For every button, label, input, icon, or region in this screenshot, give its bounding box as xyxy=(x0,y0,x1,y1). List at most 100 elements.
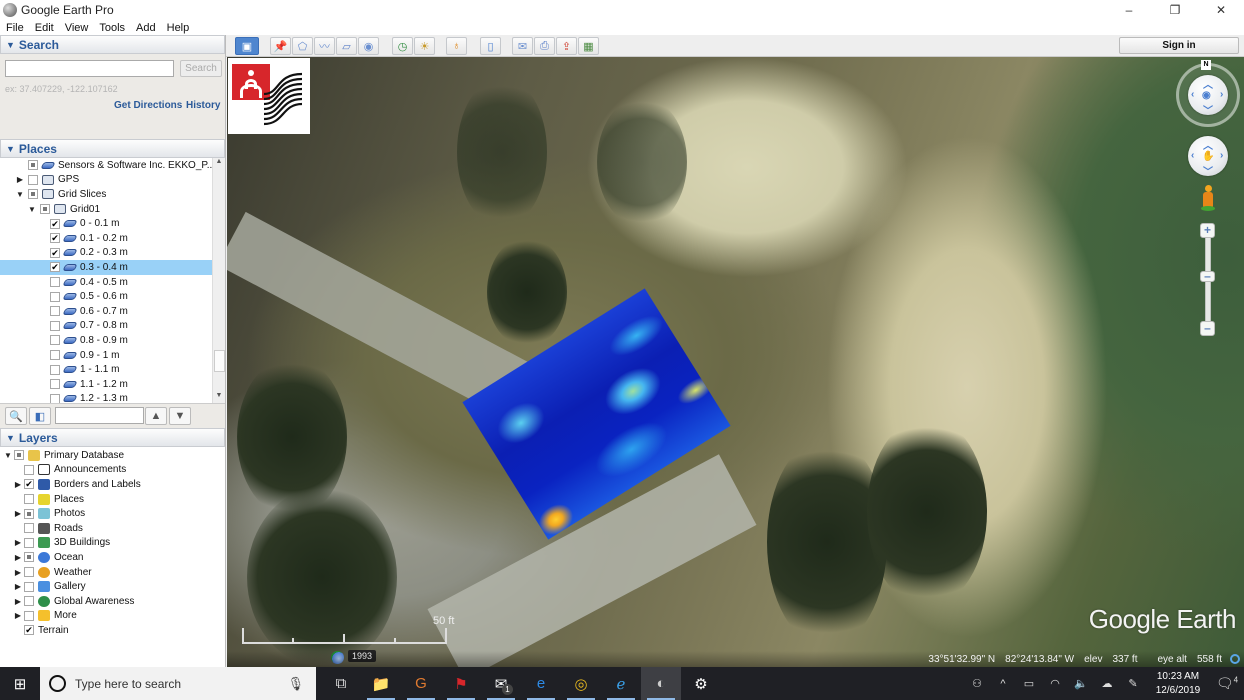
places-tree-item[interactable]: 1.2 - 1.3 m xyxy=(0,392,212,403)
menu-view[interactable]: View xyxy=(59,22,94,34)
add-polygon-button[interactable]: ⬠ xyxy=(292,37,313,55)
menu-edit[interactable]: Edit xyxy=(29,22,59,34)
layers-tree-item[interactable]: ▶ Ocean xyxy=(0,550,212,565)
look-down-arrow-icon[interactable]: ﹀ xyxy=(1203,102,1213,117)
clock[interactable]: 10:23 AM 12/6/2019 xyxy=(1146,670,1210,698)
collapse-arrow-icon[interactable]: ▼ xyxy=(28,205,36,214)
look-right-arrow-icon[interactable]: › xyxy=(1220,89,1223,100)
taskbar-app-app-ekko[interactable]: ⚑ xyxy=(441,667,481,700)
look-left-arrow-icon[interactable]: ‹ xyxy=(1191,89,1194,100)
visibility-checkbox[interactable] xyxy=(50,320,60,331)
visibility-checkbox[interactable] xyxy=(24,494,34,505)
maximize-button[interactable]: ❐ xyxy=(1152,0,1198,20)
collapse-arrow-icon[interactable]: ▼ xyxy=(16,190,24,199)
menu-add[interactable]: Add xyxy=(130,22,161,34)
visibility-checkbox[interactable]: ✔ xyxy=(24,479,34,490)
scroll-down-icon[interactable]: ▼ xyxy=(213,392,225,403)
menu-file[interactable]: File xyxy=(0,22,29,34)
places-tree-item[interactable]: 1 - 1.1 m xyxy=(0,362,212,377)
layers-tree-item[interactable]: ▶ 3D Buildings xyxy=(0,536,212,551)
taskbar-app-google-earth[interactable]: ◐ xyxy=(641,667,681,700)
email-button[interactable]: ✉ xyxy=(512,37,533,55)
places-tree-item[interactable]: ▶ GPS xyxy=(0,173,212,188)
visibility-checkbox[interactable] xyxy=(24,537,34,548)
scroll-up-icon[interactable]: ▲ xyxy=(213,158,225,170)
sunlight-button[interactable]: ☀ xyxy=(414,37,435,55)
places-tree-item[interactable]: ▼ Grid01 xyxy=(0,202,212,217)
places-tree-item[interactable]: 0.6 - 0.7 m xyxy=(0,304,212,319)
visibility-checkbox[interactable] xyxy=(50,379,60,390)
minimize-button[interactable]: – xyxy=(1106,0,1152,20)
street-view-pegman-icon[interactable] xyxy=(1201,185,1215,213)
ruler-button[interactable]: ▯ xyxy=(480,37,501,55)
taskbar-app-file-explorer[interactable]: 📁 xyxy=(361,667,401,700)
places-search-button[interactable]: 🔍 xyxy=(5,407,27,425)
places-scrollbar[interactable]: ▲ ▼ xyxy=(212,158,225,403)
visibility-checkbox[interactable] xyxy=(28,174,38,185)
visibility-checkbox[interactable]: ✔ xyxy=(50,233,60,244)
menu-tools[interactable]: Tools xyxy=(93,22,130,34)
print-button[interactable]: ⎙ xyxy=(534,37,555,55)
places-tree-item[interactable]: ▼ Grid Slices xyxy=(0,187,212,202)
save-image-button[interactable]: ⇪ xyxy=(556,37,577,55)
view-in-maps-button[interactable]: ▦ xyxy=(578,37,599,55)
onedrive-error-icon[interactable]: ☁ xyxy=(1094,677,1120,690)
move-up-arrow-icon[interactable]: ︿ xyxy=(1203,137,1213,152)
places-tree-item[interactable]: ✔ 0 - 0.1 m xyxy=(0,216,212,231)
taskbar-app-mail[interactable]: ✉ 1 xyxy=(481,667,521,700)
wifi-icon[interactable]: ◠ xyxy=(1042,677,1068,690)
places-filter-input[interactable] xyxy=(55,407,144,424)
layers-tree-item[interactable]: ✔ Terrain xyxy=(0,623,212,638)
taskbar-app-task-view[interactable]: ⧉ xyxy=(321,667,361,700)
taskbar-search-box[interactable]: Type here to search 🎙 xyxy=(40,667,316,700)
taskbar-app-chrome[interactable]: ◎ xyxy=(561,667,601,700)
layers-tree-item[interactable]: Announcements xyxy=(0,463,212,478)
show-hidden-icons-chevron-icon[interactable]: ^ xyxy=(990,678,1016,690)
compass-north-label[interactable]: N xyxy=(1201,60,1211,70)
menu-help[interactable]: Help xyxy=(161,22,195,34)
action-center-button[interactable]: 🗨4 xyxy=(1210,675,1244,692)
layers-tree-item[interactable]: ▶ ✔ Borders and Labels xyxy=(0,477,212,492)
places-tree-item[interactable]: 0.7 - 0.8 m xyxy=(0,319,212,334)
visibility-checkbox[interactable] xyxy=(24,567,34,578)
visibility-checkbox[interactable] xyxy=(50,364,60,375)
expand-arrow-icon[interactable]: ▶ xyxy=(16,175,24,184)
visibility-checkbox[interactable] xyxy=(50,335,60,346)
visibility-checkbox[interactable] xyxy=(24,596,34,607)
expand-arrow-icon[interactable]: ▶ xyxy=(14,597,22,606)
map-view[interactable]: N ︿ ‹ › ◉ ﹀ ︿ ‹ › ✋ ﹀ + – – Google Earth xyxy=(227,57,1244,667)
move-left-arrow-icon[interactable]: ‹ xyxy=(1191,150,1194,161)
places-tree-item[interactable]: ✔ 0.3 - 0.4 m xyxy=(0,260,212,275)
visibility-checkbox[interactable] xyxy=(24,508,34,519)
visibility-checkbox[interactable] xyxy=(50,350,60,361)
visibility-checkbox[interactable] xyxy=(24,581,34,592)
expand-arrow-icon[interactable]: ▶ xyxy=(14,553,22,562)
visibility-checkbox[interactable]: ✔ xyxy=(50,262,60,273)
add-image-overlay-button[interactable]: ▱ xyxy=(336,37,357,55)
layers-tree-item[interactable]: ▶ More xyxy=(0,609,212,624)
zoom-slider-thumb[interactable]: – xyxy=(1200,270,1215,282)
places-tree-item[interactable]: Sensors & Software Inc. EKKO_P... xyxy=(0,158,215,173)
historical-imagery-button[interactable]: ◷ xyxy=(392,37,413,55)
look-up-arrow-icon[interactable]: ︿ xyxy=(1203,76,1213,91)
visibility-checkbox[interactable] xyxy=(24,464,34,475)
toggle-panel-button[interactable]: ◧ xyxy=(29,407,51,425)
start-button[interactable]: ⊞ xyxy=(0,667,40,700)
expand-arrow-icon[interactable]: ▶ xyxy=(14,582,22,591)
visibility-checkbox[interactable] xyxy=(50,277,60,288)
pen-workspace-icon[interactable]: ✎ xyxy=(1120,677,1146,690)
expand-arrow-icon[interactable]: ▶ xyxy=(14,538,22,547)
places-tree-item[interactable]: 0.5 - 0.6 m xyxy=(0,289,212,304)
visibility-checkbox[interactable]: ✔ xyxy=(50,218,60,229)
expand-arrow-icon[interactable]: ▶ xyxy=(14,509,22,518)
toggle-sidebar-button[interactable]: ▣ xyxy=(235,37,259,55)
expand-arrow-icon[interactable]: ▶ xyxy=(14,568,22,577)
visibility-checkbox[interactable] xyxy=(24,523,34,534)
visibility-checkbox[interactable] xyxy=(14,450,24,461)
places-panel-header[interactable]: ▼ Places xyxy=(0,139,225,158)
record-tour-button[interactable]: ◉ xyxy=(358,37,379,55)
visibility-checkbox[interactable] xyxy=(50,291,60,302)
search-button[interactable]: Search xyxy=(180,60,222,77)
scroll-thumb[interactable] xyxy=(214,350,225,372)
get-directions-link[interactable]: Get Directions xyxy=(114,100,182,111)
